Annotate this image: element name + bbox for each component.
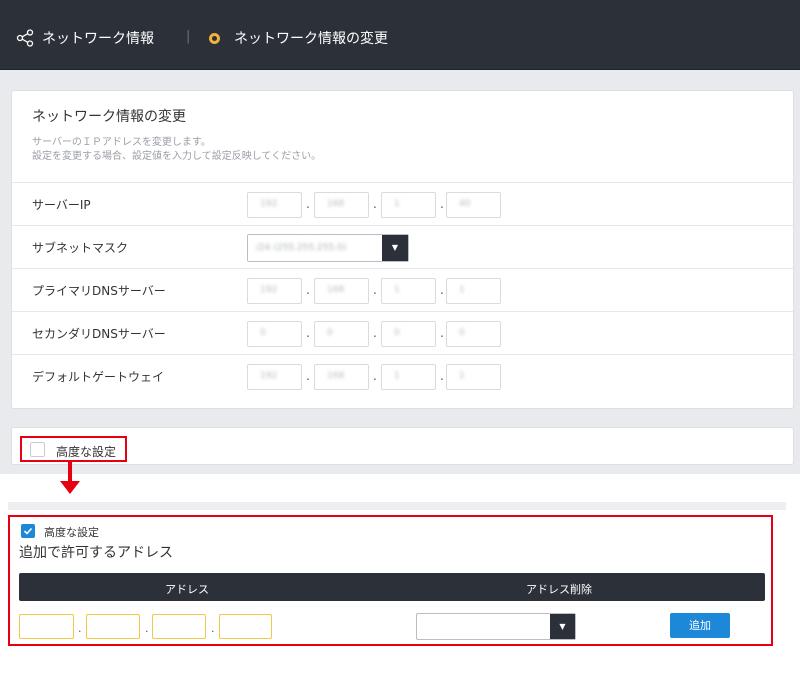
default-gateway-row: デフォルトゲートウェイ 192 . 168 . 1 . 1 [12, 354, 793, 397]
secondary-dns-octet-1[interactable]: 0 [247, 321, 302, 347]
top-header-bar: ネットワーク情報 | ネットワーク情報の変更 [0, 0, 800, 70]
breadcrumb-current: ネットワーク情報の変更 [234, 31, 388, 47]
subnet-mask-value: /24 (255.255.255.0) [256, 243, 347, 253]
server-ip-label: サーバーIP [32, 198, 91, 212]
advanced-settings-strip [11, 427, 794, 465]
column-header-address: アドレス [165, 583, 209, 596]
server-ip-octet-1[interactable]: 192 [247, 192, 302, 218]
default-gateway-octet-4[interactable]: 1 [446, 364, 501, 390]
column-header-delete: アドレス削除 [526, 583, 592, 596]
allowed-address-octet-3[interactable] [152, 614, 206, 639]
server-ip-octet-3[interactable]: 1 [381, 192, 436, 218]
subnet-mask-label: サブネットマスク [32, 241, 129, 255]
address-table-header: アドレス アドレス削除 [19, 573, 765, 601]
lower-divider-bar [8, 502, 786, 510]
secondary-dns-row: セカンダリDNSサーバー 0 . 0 . 0 . 0 [12, 311, 793, 354]
primary-dns-octet-4[interactable]: 1 [446, 278, 501, 304]
primary-dns-label: プライマリDNSサーバー [32, 284, 166, 298]
down-arrow-icon [60, 481, 80, 494]
subnet-mask-row: サブネットマスク /24 (255.255.255.0) ▼ [12, 225, 793, 268]
primary-dns-row: プライマリDNSサーバー 192 . 168 . 1 . 1 [12, 268, 793, 311]
share-network-icon[interactable] [16, 29, 34, 47]
caret-down-icon[interactable]: ▼ [550, 614, 575, 639]
advanced-settings-label[interactable]: 高度な設定 [56, 443, 116, 460]
secondary-dns-octet-3[interactable]: 0 [381, 321, 436, 347]
server-ip-octet-2[interactable]: 168 [314, 192, 369, 218]
primary-dns-octet-2[interactable]: 168 [314, 278, 369, 304]
advanced-settings-checkbox[interactable] [30, 442, 45, 457]
checkmark-icon [23, 527, 33, 535]
allowed-address-octet-2[interactable] [86, 614, 140, 639]
network-settings-card: ネットワーク情報の変更 サーバーのＩＰアドレスを変更します。 設定を変更する場合… [11, 90, 794, 409]
subnet-mask-select[interactable]: /24 (255.255.255.0) ▼ [247, 234, 409, 262]
allowed-address-octet-4[interactable] [219, 614, 272, 639]
server-ip-row: サーバーIP 192 . 168 . 1 . 40 [12, 182, 793, 225]
secondary-dns-octet-2[interactable]: 0 [314, 321, 369, 347]
down-arrow-shaft [68, 462, 72, 482]
advanced-settings-checked-checkbox[interactable] [21, 524, 35, 538]
default-gateway-octet-1[interactable]: 192 [247, 364, 302, 390]
secondary-dns-octet-4[interactable]: 0 [446, 321, 501, 347]
server-ip-octet-4[interactable]: 40 [446, 192, 501, 218]
caret-down-icon[interactable]: ▼ [382, 235, 408, 261]
allowed-address-octet-1[interactable] [19, 614, 74, 639]
default-gateway-octet-3[interactable]: 1 [381, 364, 436, 390]
breadcrumb-parent-link[interactable]: ネットワーク情報 [42, 28, 154, 48]
default-gateway-octet-2[interactable]: 168 [314, 364, 369, 390]
card-description: サーバーのＩＰアドレスを変更します。 設定を変更する場合、設定値を入力して設定反… [32, 136, 321, 164]
breadcrumb-separator: | [186, 29, 191, 44]
card-description-line-2: 設定を変更する場合、設定値を入力して設定反映してください。 [32, 151, 322, 162]
primary-dns-octet-3[interactable]: 1 [381, 278, 436, 304]
expanded-advanced-label[interactable]: 高度な設定 [44, 524, 99, 540]
address-delete-select[interactable]: ▼ [416, 613, 576, 640]
current-step-dot-icon [209, 33, 220, 44]
primary-dns-octet-1[interactable]: 192 [247, 278, 302, 304]
allowed-addresses-title: 追加で許可するアドレス [19, 545, 173, 561]
card-description-line-1: サーバーのＩＰアドレスを変更します。 [32, 137, 211, 148]
secondary-dns-label: セカンダリDNSサーバー [32, 327, 166, 341]
card-title: ネットワーク情報の変更 [32, 109, 186, 125]
default-gateway-label: デフォルトゲートウェイ [32, 370, 165, 384]
add-address-button[interactable]: 追加 [670, 613, 730, 638]
